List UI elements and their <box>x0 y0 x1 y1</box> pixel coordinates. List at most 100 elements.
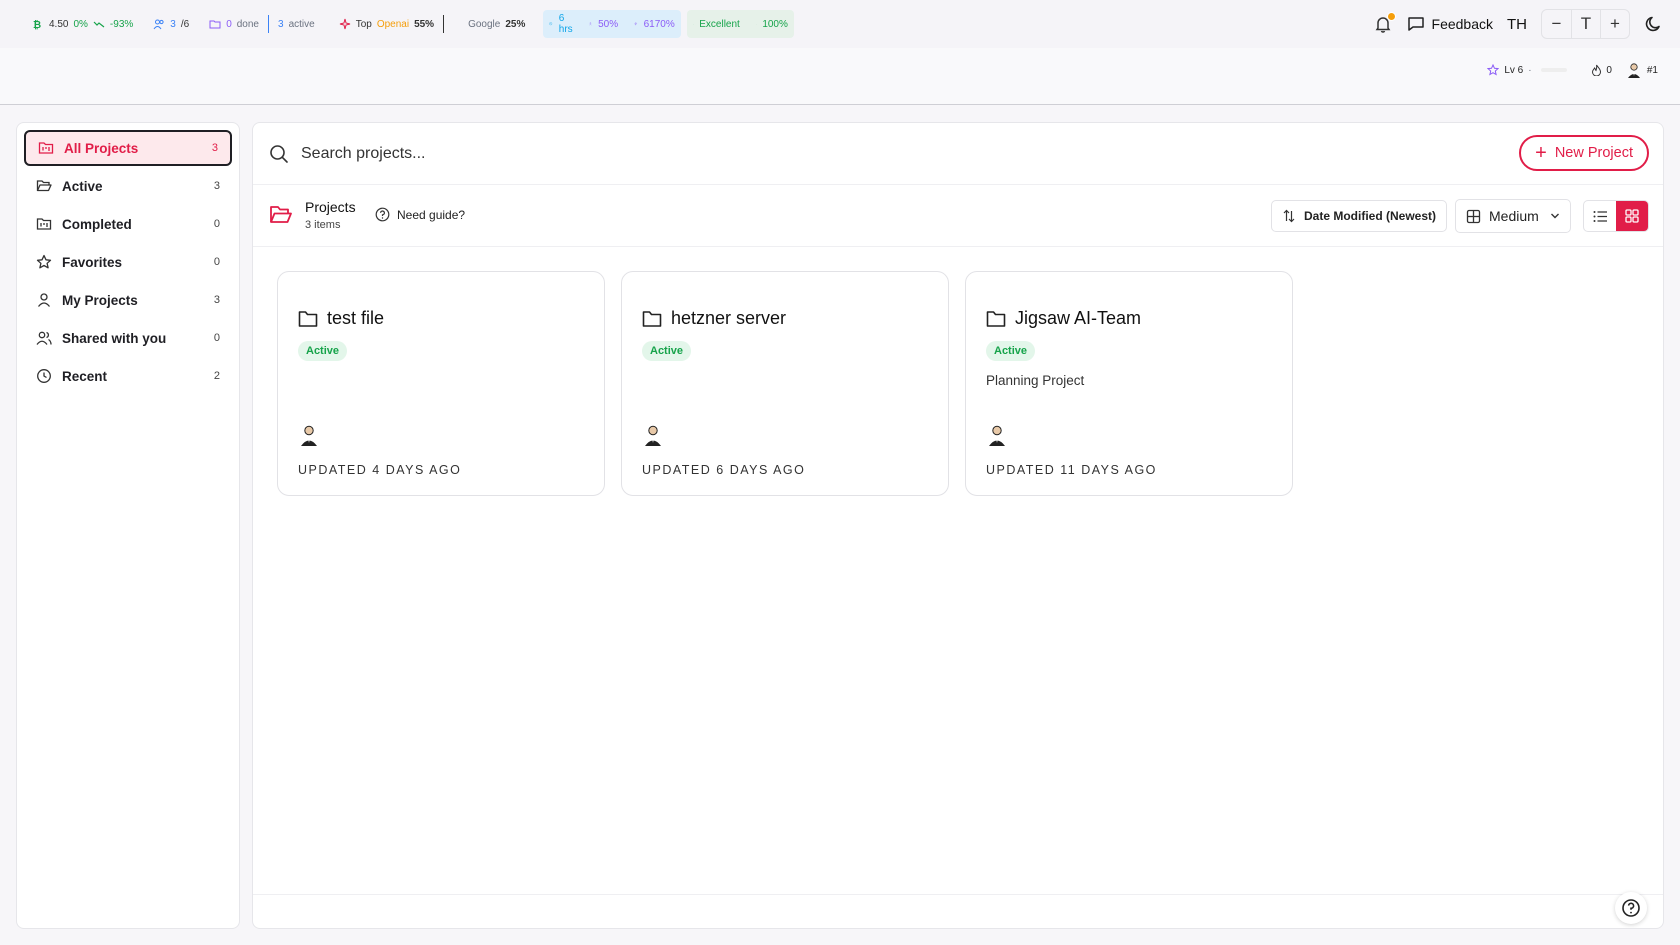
users-stat[interactable]: 3 /6 <box>147 10 195 38</box>
score-value: 4.50 <box>49 18 69 30</box>
section-title: Projects <box>305 199 356 215</box>
updated-timestamp: UPDATED 4 DAYS AGO <box>298 463 462 477</box>
bolt-icon <box>634 22 638 26</box>
sidebar-item-favorites[interactable]: Favorites 0 <box>24 244 232 280</box>
level-dot: · <box>1528 64 1532 76</box>
sidebar-item-count: 3 <box>213 294 220 306</box>
folder-open-icon <box>270 206 292 223</box>
sidebar-item-all-projects[interactable]: All Projects 3 <box>24 130 232 166</box>
help-circle-icon <box>375 207 390 222</box>
need-guide-label: Need guide? <box>397 207 466 222</box>
project-name: hetzner server <box>671 308 787 328</box>
need-guide-link[interactable]: Need guide? <box>375 207 465 222</box>
activity-chip-group[interactable]: 6 hrs 50% 6170% <box>543 10 681 38</box>
flame-icon <box>1592 64 1602 76</box>
rank-indicator[interactable]: #1 <box>1626 62 1658 78</box>
sidebar-item-shared[interactable]: Shared with you 0 <box>24 320 232 356</box>
sidebar-item-count: 3 <box>211 142 218 154</box>
users-now: 3 <box>170 18 176 30</box>
help-button[interactable] <box>1615 892 1647 924</box>
sidebar-item-completed[interactable]: Completed 0 <box>24 206 232 242</box>
sort-arrows-icon <box>1283 209 1295 223</box>
streak-indicator[interactable]: 0 <box>1591 64 1612 76</box>
trend-down-icon <box>93 21 105 28</box>
user-status-bar: Lv 6 · 0 #1 <box>0 48 1680 105</box>
top-provider-stat[interactable]: Top Openai 55% <box>333 10 454 38</box>
zoom-out-button[interactable]: − <box>1542 10 1571 38</box>
quality-value: Excellent <box>699 18 740 30</box>
card-size-dropdown[interactable]: Medium <box>1455 199 1571 233</box>
sidebar-item-count: 0 <box>213 332 220 344</box>
font-reset-button[interactable]: T <box>1571 10 1600 38</box>
sidebar-item-label: Active <box>62 178 103 194</box>
sidebar-item-label: Recent <box>62 368 108 384</box>
feedback-button[interactable]: Feedback <box>1407 15 1493 33</box>
folder-check-icon <box>209 20 221 29</box>
divider <box>443 15 445 33</box>
tasks-done-count: 0 <box>226 18 232 30</box>
folder-kanban-icon <box>36 218 52 230</box>
new-project-button[interactable]: + New Project <box>1519 135 1649 171</box>
sidebar-item-count: 3 <box>213 180 220 192</box>
clock-icon <box>37 369 51 383</box>
project-card[interactable]: test file Active UPDATED 4 DAYS AGO <box>277 271 605 496</box>
new-project-label: New Project <box>1554 145 1633 161</box>
project-name: test file <box>327 308 385 328</box>
hours-value: 6 hrs <box>558 13 573 35</box>
level-value: Lv 6 <box>1504 64 1524 76</box>
tasks-done-label: done <box>236 18 259 30</box>
top-provider: Openai <box>376 18 410 30</box>
top-pct: 55% <box>414 18 435 30</box>
toolbar-controls: Date Modified (Newest) Medium <box>1270 199 1649 233</box>
feedback-label: Feedback <box>1431 16 1493 32</box>
layout-grid-icon <box>1466 209 1481 223</box>
list-icon <box>1593 210 1607 222</box>
notification-dot <box>1386 12 1396 21</box>
language-toggle[interactable]: TH <box>1507 16 1527 33</box>
sidebar-item-recent[interactable]: Recent 2 <box>24 358 232 394</box>
panel-footer <box>253 894 1663 928</box>
folder-icon <box>298 310 318 327</box>
sidebar-item-label: Completed <box>62 216 132 232</box>
sidebar-item-my-projects[interactable]: My Projects 3 <box>24 282 232 318</box>
folder-icon <box>642 310 662 327</box>
user-status: Lv 6 · 0 #1 <box>1487 62 1658 78</box>
search-icon <box>270 144 288 163</box>
moon-icon[interactable] <box>1644 14 1664 34</box>
rank-value: #1 <box>1646 64 1658 76</box>
status-badge: Active <box>986 341 1036 361</box>
size-label: Medium <box>1489 208 1539 224</box>
project-card[interactable]: hetzner server Active UPDATED 6 DAYS AGO <box>621 271 949 496</box>
zoom-in-button[interactable]: + <box>1600 10 1629 38</box>
chevron-down-icon <box>1551 213 1559 219</box>
avatar <box>989 425 1005 446</box>
help-circle-icon <box>1622 899 1640 917</box>
users-icon <box>36 331 52 345</box>
level-indicator[interactable]: Lv 6 · <box>1487 64 1577 76</box>
chat-icon <box>1407 17 1424 31</box>
quality-chip-group[interactable]: Excellent 100% <box>686 10 794 38</box>
status-badge: Active <box>298 341 348 361</box>
updated-timestamp: UPDATED 6 DAYS AGO <box>642 463 806 477</box>
projects-panel: + New Project Projects 3 items Need guid… <box>252 122 1664 929</box>
sidebar-item-label: My Projects <box>62 292 138 308</box>
sidebar-item-active[interactable]: Active 3 <box>24 168 232 204</box>
grid-view-button[interactable] <box>1616 201 1648 231</box>
user-icon <box>37 293 51 307</box>
item-count: 3 items <box>305 219 341 231</box>
project-filter-sidebar: All Projects 3 Active 3 Completed 0 Favo… <box>16 122 240 929</box>
project-card[interactable]: Jigsaw AI-Team Active Planning Project U… <box>965 271 1293 496</box>
search-input[interactable] <box>301 144 901 163</box>
star-icon <box>1487 64 1500 76</box>
tasks-active-count: 3 <box>278 18 284 30</box>
notifications-button[interactable] <box>1373 12 1396 34</box>
list-view-button[interactable] <box>1584 201 1616 231</box>
top-stats-bar: ₿ 4.50 0% -93% 3 /6 0 done 3 active Top … <box>0 0 1680 48</box>
score-stat[interactable]: ₿ 4.50 0% -93% <box>26 10 139 38</box>
tasks-stat[interactable]: 0 done 3 active <box>203 10 321 38</box>
second-provider-stat[interactable]: Google 25% <box>462 10 531 38</box>
sort-dropdown[interactable]: Date Modified (Newest) <box>1270 200 1447 232</box>
trend-value: -93% <box>109 18 134 30</box>
avatar <box>1627 63 1640 78</box>
star-icon <box>36 254 52 269</box>
